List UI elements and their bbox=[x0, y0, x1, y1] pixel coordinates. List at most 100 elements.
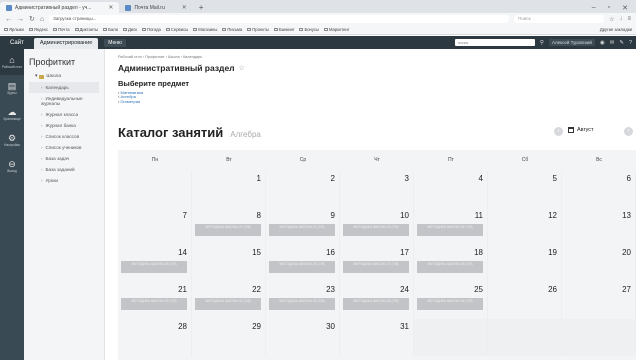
bookmark-item[interactable]: Диск bbox=[122, 27, 137, 32]
settings-icon[interactable]: ✎ bbox=[619, 40, 624, 46]
calendar-day[interactable]: 28 bbox=[118, 319, 192, 356]
calendar-day[interactable]: 30 bbox=[266, 319, 340, 356]
other-bookmarks[interactable]: Другие закладки bbox=[600, 27, 632, 32]
menu-icon[interactable]: ≡ bbox=[627, 16, 631, 23]
month-selector[interactable]: Август bbox=[568, 127, 594, 133]
calendar-day[interactable]: 13 bbox=[562, 208, 636, 245]
calendar-day[interactable]: 27 bbox=[562, 282, 636, 319]
bookmark-item[interactable]: Диктанты bbox=[74, 27, 98, 32]
calendar-day[interactable]: 25 МЕТОДИКА ШКОЛЫ 34 (7/8) bbox=[414, 282, 488, 319]
drawer-item[interactable]: Уроки bbox=[29, 175, 99, 186]
close-tab-icon[interactable]: ✕ bbox=[108, 4, 113, 11]
url-field[interactable]: Загрузка страницы... bbox=[49, 15, 510, 23]
browser-search-input[interactable]: Поиск bbox=[514, 15, 605, 23]
bookmark-item[interactable]: Проекты bbox=[247, 27, 269, 32]
admin-tab[interactable]: Администрирование bbox=[33, 38, 99, 49]
favorite-star-icon[interactable]: ☆ bbox=[239, 64, 245, 72]
bookmark-item[interactable]: Бали bbox=[103, 27, 118, 32]
calendar-event[interactable]: МЕТОДИКА ШКОЛЫ 33 (7/8) bbox=[343, 298, 409, 310]
drawer-item[interactable]: Журнал класса bbox=[29, 109, 99, 120]
bookmark-item[interactable]: Маркетинг bbox=[324, 27, 349, 32]
calendar-event[interactable]: МЕТОДИКА ШКОЛЫ 32 (7/8) bbox=[269, 298, 335, 310]
calendar-event[interactable]: МЕТОДИКА ШКОЛЫ 23 (7/8) bbox=[343, 224, 409, 236]
calendar-event[interactable]: МЕТОДИКА ШКОЛЫ 30 (7/8) bbox=[121, 298, 187, 310]
new-tab-icon[interactable]: + bbox=[193, 2, 210, 13]
drawer-item[interactable]: База задач bbox=[29, 153, 99, 164]
calendar-day[interactable]: 1 bbox=[192, 171, 266, 208]
bookmark-item[interactable]: Погода bbox=[142, 27, 161, 32]
minimize-icon[interactable]: – bbox=[592, 4, 596, 11]
rail-item-logout[interactable]: ⊖ Выход bbox=[0, 153, 24, 179]
forward-icon[interactable]: → bbox=[17, 16, 24, 23]
calendar-day[interactable]: 20 bbox=[562, 245, 636, 282]
bookmark-item[interactable]: Яндекс bbox=[28, 27, 48, 32]
calendar-day[interactable]: 29 bbox=[192, 319, 266, 356]
calendar-day[interactable]: 7 bbox=[118, 208, 192, 245]
next-month-icon[interactable]: › bbox=[624, 127, 633, 136]
bookmark-star-icon[interactable]: ☆ bbox=[609, 16, 614, 23]
calendar-day[interactable]: 4 bbox=[414, 171, 488, 208]
notifications-icon[interactable]: ◉ bbox=[600, 40, 605, 46]
calendar-day[interactable]: 26 bbox=[488, 282, 562, 319]
help-icon[interactable]: ? bbox=[629, 40, 632, 46]
drawer-item[interactable]: Список учеников bbox=[29, 142, 99, 153]
calendar-event[interactable]: МЕТОДИКА ШКОЛЫ 34 (7/8) bbox=[417, 298, 483, 310]
calendar-day[interactable]: 6 bbox=[562, 171, 636, 208]
calendar-event[interactable]: МЕТОДИКА ШКОЛЫ 21 (7/8) bbox=[195, 224, 261, 236]
download-icon[interactable]: ↓ bbox=[619, 16, 622, 23]
user-menu-button[interactable]: Алексей Туровский bbox=[548, 39, 595, 46]
calendar-day[interactable]: 10 МЕТОДИКА ШКОЛЫ 23 (7/8) bbox=[340, 208, 414, 245]
subject-link[interactable]: Геометрия bbox=[118, 99, 636, 104]
bookmark-item[interactable]: Ярлыки bbox=[4, 27, 24, 32]
calendar-day[interactable]: 9 МЕТОДИКА ШКОЛЫ 22 (7/8) bbox=[266, 208, 340, 245]
maximize-icon[interactable]: ▫ bbox=[608, 4, 610, 11]
rail-item-cloud[interactable]: ☁ Хранилище bbox=[0, 101, 24, 127]
calendar-event[interactable]: МЕТОДИКА ШКОЛЫ 26 (7/8) bbox=[269, 261, 335, 273]
calendar-day[interactable]: 19 bbox=[488, 245, 562, 282]
prev-month-icon[interactable]: ‹ bbox=[554, 127, 563, 136]
back-icon[interactable]: ← bbox=[5, 16, 12, 23]
calendar-day[interactable] bbox=[414, 319, 488, 356]
calendar-event[interactable]: МЕТОДИКА ШКОЛЫ 28 (7/8) bbox=[417, 261, 483, 273]
calendar-event[interactable]: МЕТОДИКА ШКОЛЫ 31 (7/8) bbox=[195, 298, 261, 310]
calendar-day[interactable]: 11 МЕТОДИКА ШКОЛЫ 24 (7/8) bbox=[414, 208, 488, 245]
calendar-event[interactable]: МЕТОДИКА ШКОЛЫ 22 (7/8) bbox=[269, 224, 335, 236]
calendar-day[interactable]: 22 МЕТОДИКА ШКОЛЫ 31 (7/8) bbox=[192, 282, 266, 319]
home-icon[interactable]: ⌂ bbox=[40, 16, 44, 23]
calendar-day[interactable]: 12 bbox=[488, 208, 562, 245]
calendar-day[interactable]: 17 МЕТОДИКА ШКОЛЫ 27 (7/8) bbox=[340, 245, 414, 282]
calendar-day[interactable] bbox=[562, 319, 636, 356]
bookmark-item[interactable]: Сервисы bbox=[165, 27, 188, 32]
rail-item-home[interactable]: ⌂ Рабочий стол bbox=[0, 49, 24, 75]
drawer-item[interactable]: Календарь bbox=[29, 82, 99, 93]
bookmark-item[interactable]: Почта bbox=[52, 27, 70, 32]
close-window-icon[interactable]: ✕ bbox=[622, 4, 628, 12]
drawer-item[interactable]: База заданий bbox=[29, 164, 99, 175]
messages-icon[interactable]: ✉ bbox=[610, 40, 615, 46]
drawer-item[interactable]: Индивидуальные журналы bbox=[29, 93, 99, 109]
bookmark-item[interactable]: Письма bbox=[222, 27, 242, 32]
calendar-day[interactable]: 21 МЕТОДИКА ШКОЛЫ 30 (7/8) bbox=[118, 282, 192, 319]
browser-tab[interactable]: Почта Mail.ru ✕ bbox=[119, 2, 192, 13]
nav-menu-button[interactable]: Меню bbox=[104, 38, 126, 47]
calendar-day[interactable]: 3 bbox=[340, 171, 414, 208]
calendar-day[interactable]: 15 bbox=[192, 245, 266, 282]
close-tab-icon[interactable]: ✕ bbox=[182, 4, 187, 11]
site-search-input[interactable]: поиск bbox=[454, 39, 535, 46]
browser-tab-active[interactable]: Административный раздел - уч... ✕ bbox=[0, 2, 120, 13]
calendar-day[interactable]: 14 МЕТОДИКА ШКОЛЫ 25 (7/8) bbox=[118, 245, 192, 282]
bookmark-item[interactable]: Магазины bbox=[193, 27, 217, 32]
calendar-day[interactable]: 23 МЕТОДИКА ШКОЛЫ 32 (7/8) bbox=[266, 282, 340, 319]
calendar-day[interactable]: 18 МЕТОДИКА ШКОЛЫ 28 (7/8) bbox=[414, 245, 488, 282]
rail-item-courses[interactable]: ▤ Курсы bbox=[0, 75, 24, 101]
calendar-day[interactable]: 8 МЕТОДИКА ШКОЛЫ 21 (7/8) bbox=[192, 208, 266, 245]
calendar-day[interactable] bbox=[488, 319, 562, 356]
calendar-event[interactable]: МЕТОДИКА ШКОЛЫ 25 (7/8) bbox=[121, 261, 187, 273]
calendar-day[interactable]: 31 bbox=[340, 319, 414, 356]
reload-icon[interactable]: ↻ bbox=[29, 15, 35, 23]
site-brand[interactable]: Сайт bbox=[0, 40, 34, 46]
calendar-event[interactable]: МЕТОДИКА ШКОЛЫ 24 (7/8) bbox=[417, 224, 483, 236]
rail-item-gear[interactable]: ⚙ Настройки bbox=[0, 127, 24, 153]
tree-root-school[interactable]: ▾ Школа bbox=[29, 71, 99, 82]
bookmark-item[interactable]: Банкинг bbox=[274, 27, 294, 32]
